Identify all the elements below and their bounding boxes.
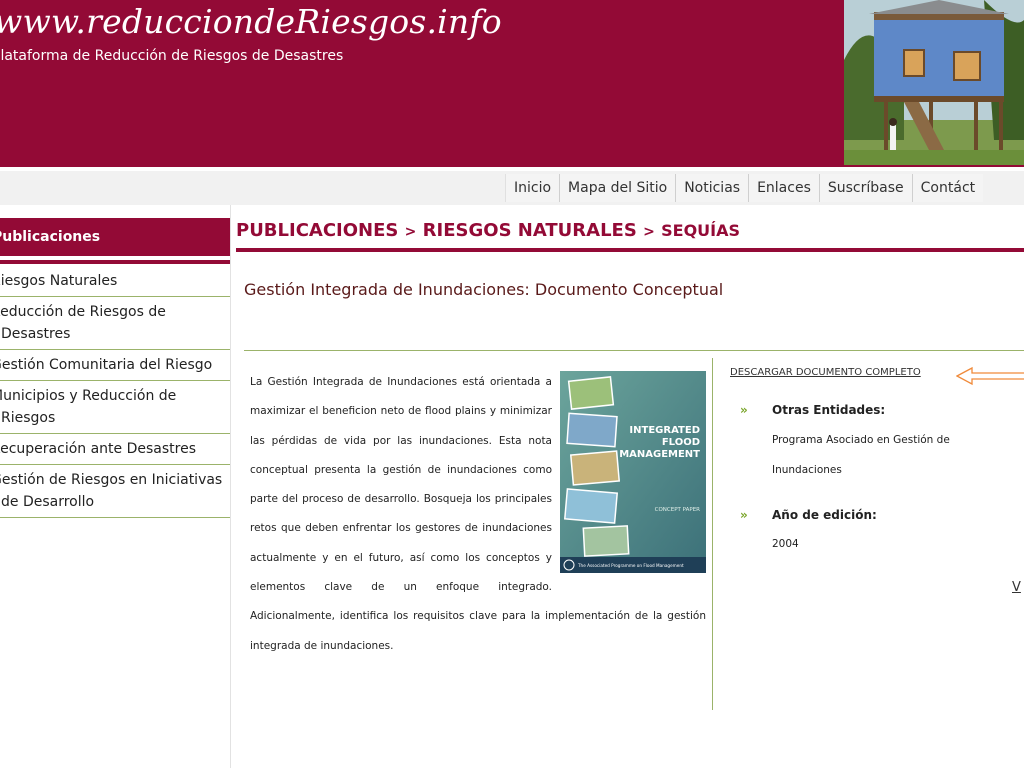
document-title: Gestión Integrada de Inundaciones: Docum… [244,280,724,299]
cover-title-line2: FLOOD [662,437,700,448]
arrow-left-icon [956,366,1024,386]
site-logo-url[interactable]: www.reducciondeRiesgos.info [0,2,502,41]
sidebar-item-gestion-comunitaria[interactable]: Gestión Comunitaria del Riesgo [0,350,230,381]
breadcrumb-separator: > [404,224,417,240]
top-navigation: Inicio Mapa del Sitio Noticias Enlaces S… [505,174,984,202]
sidebar-item-label: Recuperación ante Desastres [0,441,197,457]
year-label: Año de edición: [772,508,877,522]
cover-subtitle: CONCEPT PAPER [655,507,701,513]
breadcrumb-sequias: SEQUÍAS [661,221,741,240]
sidebar-item-label: Riesgos Naturales [0,273,118,289]
breadcrumb-separator: > [643,224,655,240]
sidebar-item-riesgos-naturales[interactable]: Riesgos Naturales [0,266,230,297]
sidebar-item-reduccion-riesgos[interactable]: Reducción de Riesgos de Desastres [0,297,230,350]
site-header: www.reducciondeRiesgos.info Plataforma d… [0,0,1024,167]
breadcrumb: PUBLICACIONES > RIESGOS NATURALES > SEQU… [236,220,740,241]
more-link[interactable]: V [1012,580,1021,595]
bullet-icon: » [740,508,748,522]
cover-title-line1: INTEGRATED [629,425,700,436]
site-tagline: Plataforma de Reducción de Riesgos de De… [0,48,344,64]
sidebar-item-label: Municipios y Reducción de Riesgos [0,388,177,426]
sidebar-title: Publicaciones [0,218,230,256]
title-divider [244,350,1024,351]
sidebar-item-label: Gestión de Riesgos en Iniciativas de Des… [0,472,223,510]
nav-suscribase[interactable]: Suscríbase [818,174,912,202]
sidebar-item-recuperacion[interactable]: Recuperación ante Desastres [0,434,230,465]
nav-enlaces[interactable]: Enlaces [748,174,819,202]
sidebar-item-label: Gestión Comunitaria del Riesgo [0,357,213,373]
breadcrumb-rule [236,248,1024,252]
sidebar-item-label: Reducción de Riesgos de Desastres [0,304,166,342]
breadcrumb-riesgos-naturales[interactable]: RIESGOS NATURALES [423,220,637,241]
document-cover-image[interactable]: INTEGRATED FLOOD MANAGEMENT CONCEPT PAPE… [560,371,706,573]
year-value: 2004 [772,538,799,550]
document-description-block: INTEGRATED FLOOD MANAGEMENT CONCEPT PAPE… [250,368,706,661]
nav-mapa-del-sitio[interactable]: Mapa del Sitio [559,174,676,202]
sidebar-item-gestion-iniciativas[interactable]: Gestión de Riesgos en Iniciativas de Des… [0,465,230,518]
sidebar-divider [0,260,230,264]
nav-inicio[interactable]: Inicio [505,174,560,202]
sidebar-menu: Riesgos Naturales Reducción de Riesgos d… [0,266,230,518]
sidebar: Publicaciones Riesgos Naturales Reducció… [0,218,230,518]
bullet-icon: » [740,403,748,417]
other-entities-label: Otras Entidades: [772,403,886,417]
other-entities-value-line1: Programa Asociado en Gestión de [772,434,950,446]
sidebar-border [230,205,231,768]
header-house-photo [844,0,1024,165]
cover-footer: The Associated Programme on Flood Manage… [577,563,684,568]
download-document-link[interactable]: DESCARGAR DOCUMENTO COMPLETO [730,367,921,378]
cover-title-line3: MANAGEMENT [619,449,700,460]
sidebar-item-municipios[interactable]: Municipios y Reducción de Riesgos [0,381,230,434]
breadcrumb-publicaciones[interactable]: PUBLICACIONES [236,220,398,241]
other-entities-value-line2: Inundaciones [772,464,842,476]
nav-contacto[interactable]: Contáct [911,174,984,202]
content-vertical-divider [712,358,713,710]
nav-noticias[interactable]: Noticias [675,174,749,202]
